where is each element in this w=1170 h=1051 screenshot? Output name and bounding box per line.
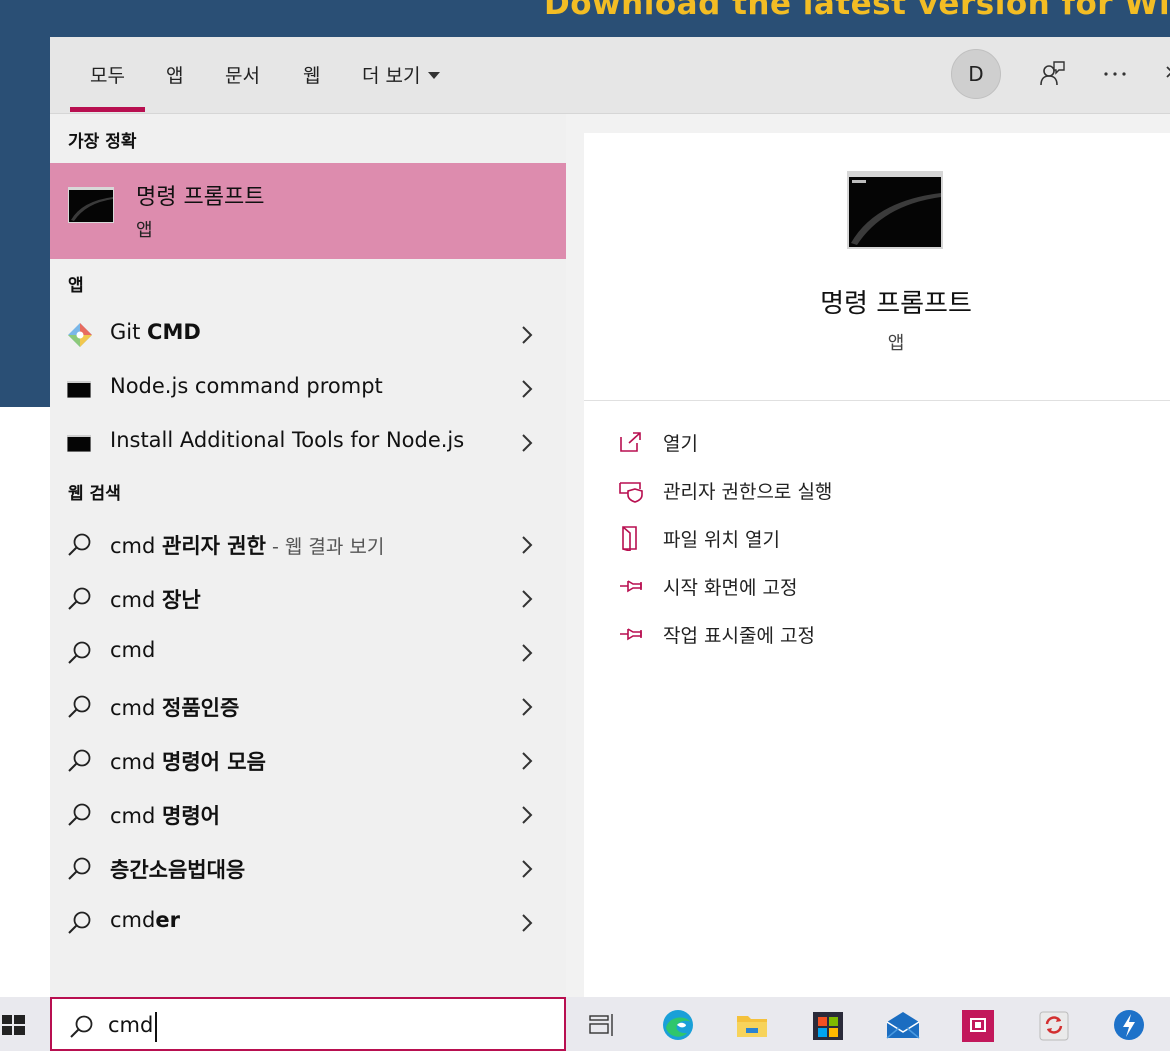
chevron-right-icon[interactable] xyxy=(520,695,534,719)
divider xyxy=(584,400,1170,401)
git-icon xyxy=(68,323,92,347)
tab-bar: 모두 앱 문서 웹 더 보기 D xyxy=(50,37,1170,114)
chevron-right-icon[interactable] xyxy=(520,587,534,611)
cmd-icon xyxy=(847,171,943,249)
list-item-web-search[interactable]: cmd 명령어 모음 xyxy=(50,734,566,788)
chevron-right-icon[interactable] xyxy=(520,857,534,881)
more-icon[interactable] xyxy=(1100,59,1130,89)
windows-start-icon[interactable] xyxy=(0,997,50,1051)
search-icon xyxy=(68,857,91,880)
detail-subtitle: 앱 xyxy=(887,333,905,354)
list-item-label: cmd 장난 xyxy=(110,588,201,612)
terminal-icon xyxy=(67,381,91,398)
best-match-item[interactable]: 명령 프롬프트 앱 xyxy=(50,163,566,259)
text-cursor xyxy=(155,1012,157,1042)
list-item-label: Install Additional Tools for Node.js xyxy=(110,428,465,452)
action-label: 열기 xyxy=(663,433,698,455)
pin-icon xyxy=(620,580,642,593)
pin-icon xyxy=(620,628,642,641)
background-banner-text: Download the latest version for Wi xyxy=(544,0,1170,22)
chevron-right-icon[interactable] xyxy=(520,911,534,935)
feedback-icon[interactable] xyxy=(1037,59,1067,89)
list-item-web-search[interactable]: cmd 장난 xyxy=(50,572,566,626)
close-icon[interactable] xyxy=(1158,59,1170,89)
terminal-icon xyxy=(67,435,91,452)
detail-title: 명령 프롬프트 xyxy=(820,289,972,319)
chevron-right-icon[interactable] xyxy=(520,749,534,773)
search-icon xyxy=(70,1015,93,1038)
list-item-label: cmd 명령어 xyxy=(110,804,220,828)
caret-down-icon xyxy=(428,72,441,79)
list-item-label: cmd 관리자 권한 - 웹 결과 보기 xyxy=(110,534,385,558)
search-box[interactable] xyxy=(50,997,566,1051)
best-match-title: 명령 프롬프트 xyxy=(136,185,265,210)
chevron-right-icon[interactable] xyxy=(520,641,534,665)
open-icon xyxy=(620,432,641,452)
edge-icon[interactable] xyxy=(660,1008,696,1042)
tab-active-indicator xyxy=(70,107,145,112)
tab-apps[interactable]: 앱 xyxy=(166,61,183,88)
search-icon xyxy=(68,749,91,772)
tab-more-label: 더 보기 xyxy=(362,65,421,87)
action-label: 관리자 권한으로 실행 xyxy=(663,481,833,503)
list-item-git-cmd[interactable]: Git CMD xyxy=(50,308,566,362)
search-icon xyxy=(68,695,91,718)
app-blue-icon[interactable] xyxy=(1111,1008,1147,1042)
list-item-label: cmd 명령어 모음 xyxy=(110,750,266,774)
chevron-right-icon[interactable] xyxy=(520,803,534,827)
list-item-label: cmd xyxy=(110,638,156,662)
action-label: 시작 화면에 고정 xyxy=(663,577,798,599)
search-icon xyxy=(68,533,91,556)
results-list: 가장 정확 명령 프롬프트 앱 앱 Git CMD Node.js comman… xyxy=(50,114,566,997)
search-input[interactable] xyxy=(108,1009,548,1041)
search-icon xyxy=(68,803,91,826)
list-item-nodejs-prompt[interactable]: Node.js command prompt xyxy=(50,362,566,416)
list-item-web-search[interactable]: cmd 관리자 권한 - 웹 결과 보기 xyxy=(50,518,566,572)
search-icon xyxy=(68,641,91,664)
best-match-subtitle: 앱 xyxy=(136,220,153,241)
section-apps: 앱 xyxy=(68,276,84,296)
chevron-right-icon[interactable] xyxy=(520,377,534,401)
detail-pane: 명령 프롬프트 앱 열기 관리자 권한으로 실행 파일 위치 열기 시작 화면에… xyxy=(584,133,1170,997)
section-best-match: 가장 정확 xyxy=(68,132,137,152)
shield-icon xyxy=(619,482,643,503)
avatar[interactable]: D xyxy=(951,49,1001,99)
file-location-icon xyxy=(622,526,637,551)
chevron-right-icon[interactable] xyxy=(520,431,534,455)
tab-more[interactable]: 더 보기 xyxy=(362,61,441,88)
section-web-search: 웹 검색 xyxy=(68,484,121,504)
list-item-web-search[interactable]: cmder xyxy=(50,896,566,950)
task-view-icon[interactable] xyxy=(584,1008,620,1042)
list-item-node-tools[interactable]: Install Additional Tools for Node.js xyxy=(50,416,566,470)
list-item-label: Node.js command prompt xyxy=(110,374,383,398)
list-item-web-search[interactable]: cmd xyxy=(50,626,566,680)
list-item-web-search[interactable]: 층간소음법대응 xyxy=(50,842,566,896)
list-item-web-search[interactable]: cmd 정품인증 xyxy=(50,680,566,734)
search-icon xyxy=(68,587,91,610)
tab-web[interactable]: 웹 xyxy=(303,61,320,88)
search-panel: 모두 앱 문서 웹 더 보기 D 가장 정확 명령 프롬프트 앱 앱 Git C… xyxy=(50,37,1170,997)
app-red-icon[interactable] xyxy=(960,1008,996,1042)
action-label: 작업 표시줄에 고정 xyxy=(663,625,815,647)
search-icon xyxy=(68,911,91,934)
list-item-web-search[interactable]: cmd 명령어 xyxy=(50,788,566,842)
tab-documents[interactable]: 문서 xyxy=(225,61,260,88)
desktop-window-edge xyxy=(0,407,50,997)
store-icon[interactable] xyxy=(810,1008,846,1042)
list-item-label: cmder xyxy=(110,908,180,932)
list-item-label: 층간소음법대응 xyxy=(110,858,246,882)
chevron-right-icon[interactable] xyxy=(520,533,534,557)
sync-icon[interactable] xyxy=(1036,1008,1072,1042)
taskbar xyxy=(0,997,1170,1051)
file-explorer-icon[interactable] xyxy=(734,1008,770,1042)
cmd-icon xyxy=(68,187,114,223)
list-item-label: cmd 정품인증 xyxy=(110,696,240,720)
mail-icon[interactable] xyxy=(885,1008,921,1042)
list-item-label: Git CMD xyxy=(110,320,201,344)
tab-all[interactable]: 모두 xyxy=(90,61,125,88)
chevron-right-icon[interactable] xyxy=(520,323,534,347)
action-label: 파일 위치 열기 xyxy=(663,529,780,551)
